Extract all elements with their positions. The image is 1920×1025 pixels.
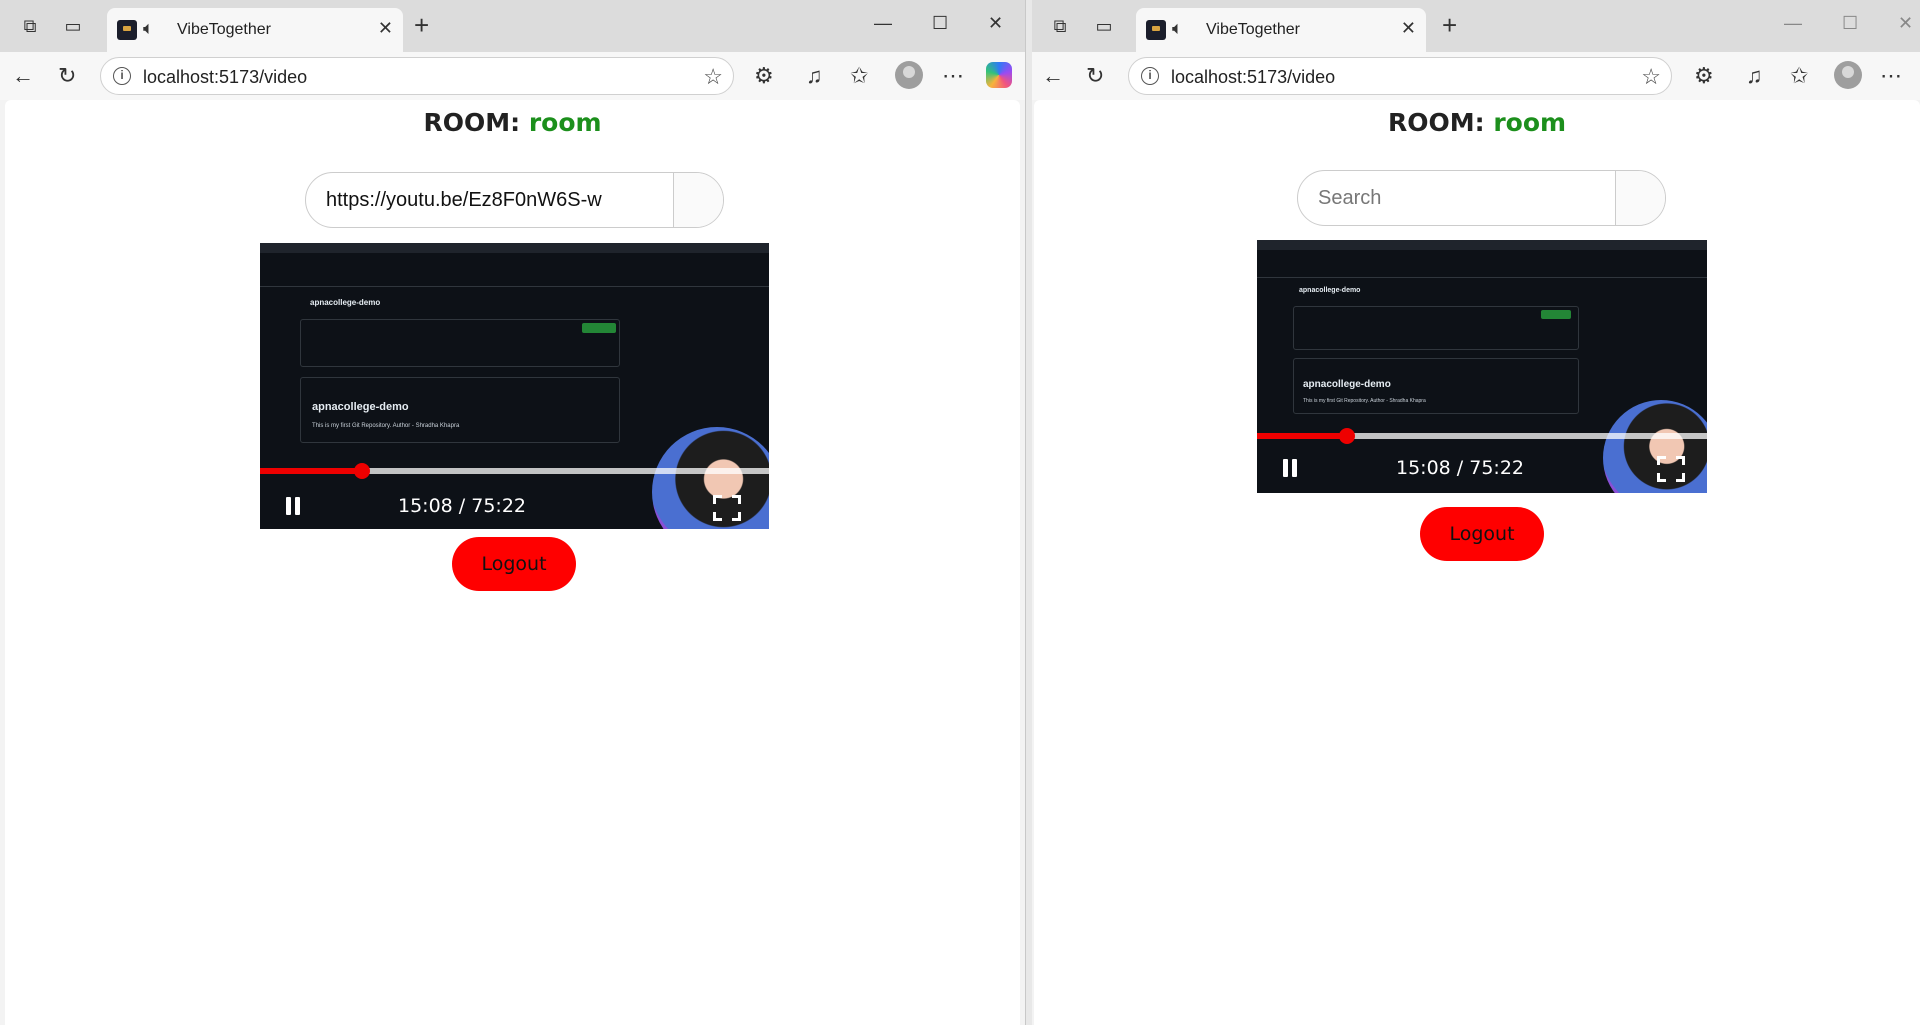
room-heading: ROOM: room <box>5 108 1020 137</box>
speaker-icon[interactable]: 🔈︎ <box>143 18 154 39</box>
room-name: room <box>528 108 602 137</box>
progress-scrubber[interactable] <box>353 463 370 479</box>
logout-button[interactable]: Logout <box>1420 507 1544 561</box>
fullscreen-icon[interactable] <box>1657 456 1685 482</box>
page-viewport: ROOM: room apnacollege-demo apnacollege-… <box>1034 100 1920 1025</box>
room-heading: ROOM: room <box>1034 108 1920 137</box>
more-menu-icon[interactable]: ⋯ <box>1880 64 1902 88</box>
site-info-icon[interactable]: i <box>1141 67 1159 85</box>
tab-title: VibeTogether <box>177 21 271 38</box>
address-url[interactable]: localhost:5173/video <box>143 67 307 88</box>
video-file-list <box>1293 306 1579 350</box>
video-readme-heading: apnacollege-demo <box>312 401 409 413</box>
back-icon[interactable]: ← <box>12 64 34 88</box>
close-window-button[interactable]: ✕ <box>988 13 1003 34</box>
address-url[interactable]: localhost:5173/video <box>1171 67 1335 88</box>
new-tab-button[interactable]: + <box>1442 12 1457 38</box>
media-control-icon[interactable]: ♫ <box>806 64 823 88</box>
profile-avatar[interactable] <box>895 61 923 89</box>
video-repo-name: apnacollege-demo <box>1299 287 1361 294</box>
favorite-star-icon[interactable]: ☆ <box>703 64 723 90</box>
title-bar: ⧉ ▭ 🔈︎ VibeTogether ✕ + — ☐ ✕ <box>1032 0 1920 52</box>
browser-window-right: ⧉ ▭ 🔈︎ VibeTogether ✕ + — ☐ ✕ ← ↻ i loca… <box>1032 0 1920 1025</box>
progress-fill <box>1257 433 1347 439</box>
refresh-icon[interactable]: ↻ <box>1086 64 1104 88</box>
media-control-icon[interactable]: ♫ <box>1746 64 1763 88</box>
back-icon[interactable]: ← <box>1042 64 1064 88</box>
site-favicon-icon <box>117 20 137 40</box>
search-bar <box>305 172 724 228</box>
browser-toolbar: ← ↻ i localhost:5173/video ☆ ⚙ ♫ ✩ ⋯ <box>0 52 1025 100</box>
site-favicon-icon <box>1146 20 1166 40</box>
video-readme-text: This is my first Git Repository. Author … <box>1303 398 1426 404</box>
pause-icon[interactable] <box>1282 459 1298 477</box>
video-repo-nav <box>260 253 769 287</box>
video-time: 15:08 / 75:22 <box>398 495 526 517</box>
search-button[interactable] <box>1615 171 1665 225</box>
minimize-button[interactable]: — <box>874 13 892 34</box>
minimize-button[interactable]: — <box>1784 13 1802 34</box>
room-name: room <box>1493 108 1567 137</box>
progress-scrubber[interactable] <box>1339 428 1355 444</box>
maximize-button[interactable]: ☐ <box>1842 13 1858 34</box>
copilot-icon[interactable] <box>986 62 1012 88</box>
address-bar[interactable]: i localhost:5173/video ☆ <box>1128 57 1672 95</box>
video-repo-name: apnacollege-demo <box>310 298 381 307</box>
video-player[interactable]: apnacollege-demo apnacollege-demo This i… <box>1257 240 1707 493</box>
logout-button[interactable]: Logout <box>452 537 576 591</box>
search-input[interactable] <box>306 173 675 227</box>
workspaces-icon[interactable]: ⧉ <box>18 14 42 38</box>
close-window-button[interactable]: ✕ <box>1898 13 1913 34</box>
profile-avatar[interactable] <box>1834 61 1862 89</box>
search-bar <box>1297 170 1666 226</box>
speaker-icon[interactable]: 🔈︎ <box>1172 18 1183 39</box>
workspaces-icon[interactable]: ⧉ <box>1048 14 1072 38</box>
title-bar: ⧉ ▭ 🔈︎ VibeTogether ✕ + — ☐ ✕ <box>0 0 1025 52</box>
page-viewport: ROOM: room apnacollege-demo apnacollege-… <box>5 100 1020 1025</box>
video-file-list <box>300 319 620 367</box>
tab-actions-icon[interactable]: ▭ <box>1092 14 1116 38</box>
video-readme-heading: apnacollege-demo <box>1303 379 1391 390</box>
presenter-webcam <box>652 427 769 529</box>
video-repo-nav <box>1257 250 1707 278</box>
more-menu-icon[interactable]: ⋯ <box>942 64 964 88</box>
address-bar[interactable]: i localhost:5173/video ☆ <box>100 57 734 95</box>
pause-icon[interactable] <box>285 497 301 515</box>
video-browser-bar <box>260 243 769 253</box>
video-browser-bar <box>1257 240 1707 250</box>
close-tab-icon[interactable]: ✕ <box>378 18 393 39</box>
progress-fill <box>260 468 362 474</box>
presenter-webcam <box>1603 400 1707 493</box>
progress-track[interactable] <box>1257 433 1707 439</box>
maximize-button[interactable]: ☐ <box>932 13 948 34</box>
fullscreen-icon[interactable] <box>713 495 741 521</box>
browser-window-left: ⧉ ▭ 🔈︎ VibeTogether ✕ + — ☐ ✕ ← ↻ i loca… <box>0 0 1026 1025</box>
site-info-icon[interactable]: i <box>113 67 131 85</box>
extensions-icon[interactable]: ⚙ <box>1694 64 1714 88</box>
search-input[interactable] <box>1298 171 1617 225</box>
new-tab-button[interactable]: + <box>414 12 429 38</box>
room-label: ROOM: <box>423 108 521 137</box>
tab-vibetogether[interactable]: 🔈︎ VibeTogether ✕ <box>107 8 403 52</box>
video-code-button <box>582 323 616 333</box>
refresh-icon[interactable]: ↻ <box>58 64 76 88</box>
video-time: 15:08 / 75:22 <box>1396 457 1524 479</box>
search-button[interactable] <box>673 173 723 227</box>
video-readme-text: This is my first Git Repository. Author … <box>312 423 460 429</box>
extensions-icon[interactable]: ⚙ <box>754 64 774 88</box>
favorites-icon[interactable]: ✩ <box>1790 64 1808 88</box>
tab-title: VibeTogether <box>1206 21 1300 38</box>
video-code-button <box>1541 310 1571 319</box>
room-label: ROOM: <box>1387 108 1485 137</box>
close-tab-icon[interactable]: ✕ <box>1401 18 1416 39</box>
favorite-star-icon[interactable]: ☆ <box>1641 64 1661 90</box>
tab-actions-icon[interactable]: ▭ <box>61 14 85 38</box>
tab-vibetogether[interactable]: 🔈︎ VibeTogether ✕ <box>1136 8 1426 52</box>
browser-toolbar: ← ↻ i localhost:5173/video ☆ ⚙ ♫ ✩ ⋯ <box>1032 52 1920 100</box>
favorites-icon[interactable]: ✩ <box>850 64 868 88</box>
progress-track[interactable] <box>260 468 769 474</box>
video-player[interactable]: apnacollege-demo apnacollege-demo This i… <box>260 243 769 529</box>
